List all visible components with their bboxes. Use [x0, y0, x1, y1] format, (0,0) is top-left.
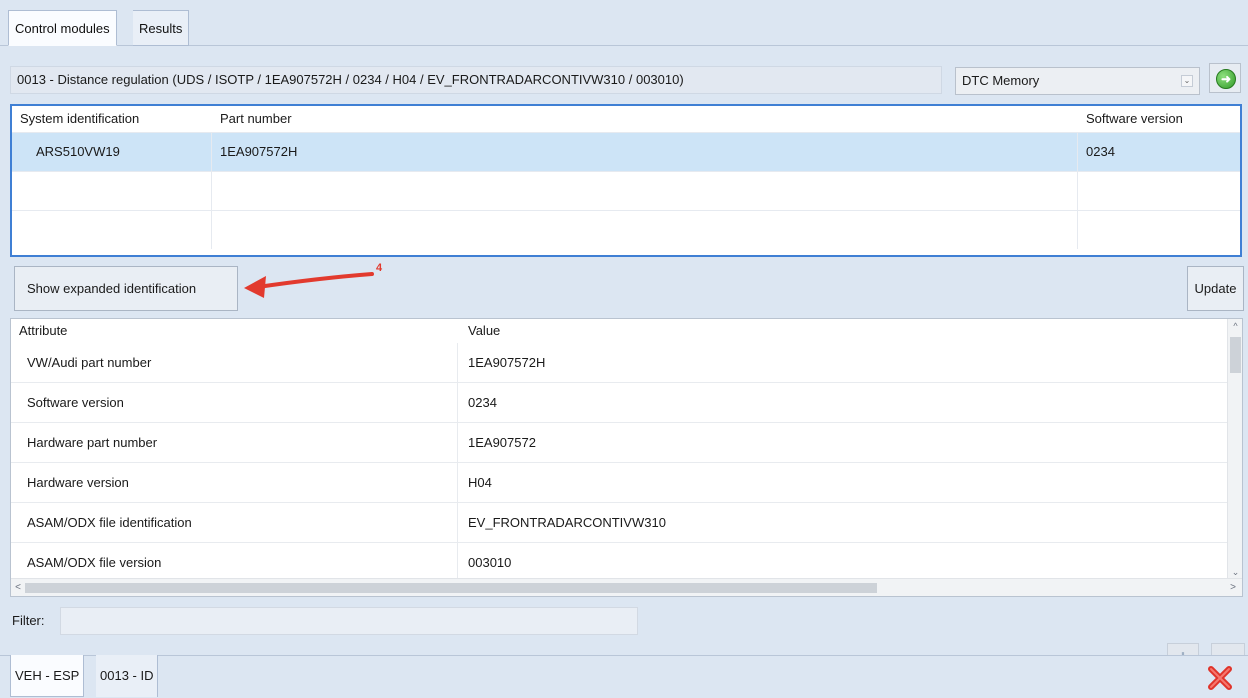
cell-attribute: Software version — [11, 383, 458, 422]
table-row[interactable]: Hardware version H04 — [11, 463, 1229, 503]
go-button[interactable]: ➜ — [1209, 63, 1241, 93]
annotation-arrow — [244, 272, 374, 298]
cell-system — [12, 211, 212, 249]
scrollbar-thumb[interactable] — [1230, 337, 1241, 373]
update-button[interactable]: Update — [1187, 266, 1244, 311]
tab-control-modules[interactable]: Control modules — [8, 10, 117, 46]
vertical-scrollbar[interactable]: ^ ⌄ — [1227, 319, 1242, 579]
table-row[interactable] — [12, 171, 1240, 210]
table-row[interactable]: Software version 0234 — [11, 383, 1229, 423]
column-header-attribute[interactable]: Attribute — [19, 319, 67, 343]
table-row[interactable]: ASAM/ODX file identification EV_FRONTRAD… — [11, 503, 1229, 543]
chevron-down-icon[interactable]: ⌄ — [1228, 565, 1242, 579]
column-header-system[interactable]: System identification — [12, 106, 212, 132]
table-row[interactable]: ARS510VW19 1EA907572H 0234 — [12, 132, 1240, 171]
show-expanded-identification-button[interactable]: Show expanded identification — [14, 266, 238, 311]
cell-attribute: Hardware version — [11, 463, 458, 502]
tab-results[interactable]: Results — [133, 10, 190, 46]
tab-veh-esp[interactable]: VEH - ESP — [10, 655, 85, 697]
table-row[interactable]: ASAM/ODX file version 003010 — [11, 543, 1229, 583]
green-arrow-right-icon: ➜ — [1216, 69, 1236, 89]
cell-part — [212, 211, 1078, 249]
filter-label: Filter: — [12, 613, 45, 628]
cell-attribute: Hardware part number — [11, 423, 458, 462]
column-header-software[interactable]: Software version — [1078, 106, 1240, 132]
cell-value: EV_FRONTRADARCONTIVW310 — [468, 515, 666, 530]
attribute-table: Attribute Value VW/Audi part number 1EA9… — [10, 318, 1243, 597]
view-select[interactable]: DTC Memory ⌄ — [955, 67, 1200, 95]
attribute-table-header: Attribute Value — [11, 319, 1229, 343]
table-row[interactable]: Hardware part number 1EA907572 — [11, 423, 1229, 463]
cell-value: 1EA907572H — [468, 355, 546, 370]
bottom-tab-strip — [0, 655, 1248, 698]
cell-value: H04 — [468, 475, 492, 490]
cell-value: 1EA907572 — [468, 435, 536, 450]
chevron-right-icon[interactable]: > — [1226, 579, 1240, 596]
table-row[interactable]: VW/Audi part number 1EA907572H — [11, 343, 1229, 383]
cell-software — [1078, 211, 1240, 249]
column-header-part[interactable]: Part number — [212, 106, 1078, 132]
cell-system: ARS510VW19 — [12, 133, 212, 171]
cell-attribute: VW/Audi part number — [11, 343, 458, 382]
filter-input[interactable] — [60, 607, 638, 635]
column-header-value[interactable]: Value — [468, 319, 500, 343]
cell-software: 0234 — [1086, 144, 1115, 159]
cell-value: 0234 — [468, 395, 497, 410]
chevron-left-icon[interactable]: < — [11, 579, 25, 596]
view-select-value: DTC Memory — [962, 73, 1040, 88]
cell-attribute: ASAM/ODX file identification — [11, 503, 458, 542]
cell-value: 003010 — [468, 555, 512, 570]
scrollbar-thumb[interactable] — [25, 583, 877, 593]
identification-table: System identification Part number Softwa… — [10, 104, 1242, 257]
cell-attribute: ASAM/ODX file version — [11, 543, 458, 582]
tab-0013-id[interactable]: 0013 - ID — [96, 655, 159, 697]
annotation-number: 4 — [376, 262, 383, 274]
close-icon[interactable] — [1206, 664, 1234, 692]
module-title: 0013 - Distance regulation (UDS / ISOTP … — [17, 72, 684, 87]
horizontal-scrollbar[interactable]: < > — [11, 578, 1242, 596]
chevron-down-icon: ⌄ — [1181, 75, 1193, 87]
identification-table-header: System identification Part number Softwa… — [12, 106, 1240, 132]
cell-part: 1EA907572H — [212, 133, 1078, 171]
cell-software — [1078, 172, 1240, 210]
chevron-up-icon[interactable]: ^ — [1228, 319, 1242, 333]
module-title-bar: 0013 - Distance regulation (UDS / ISOTP … — [10, 66, 942, 94]
table-row[interactable] — [12, 210, 1240, 249]
cell-part — [212, 172, 1078, 210]
cell-system — [12, 172, 212, 210]
